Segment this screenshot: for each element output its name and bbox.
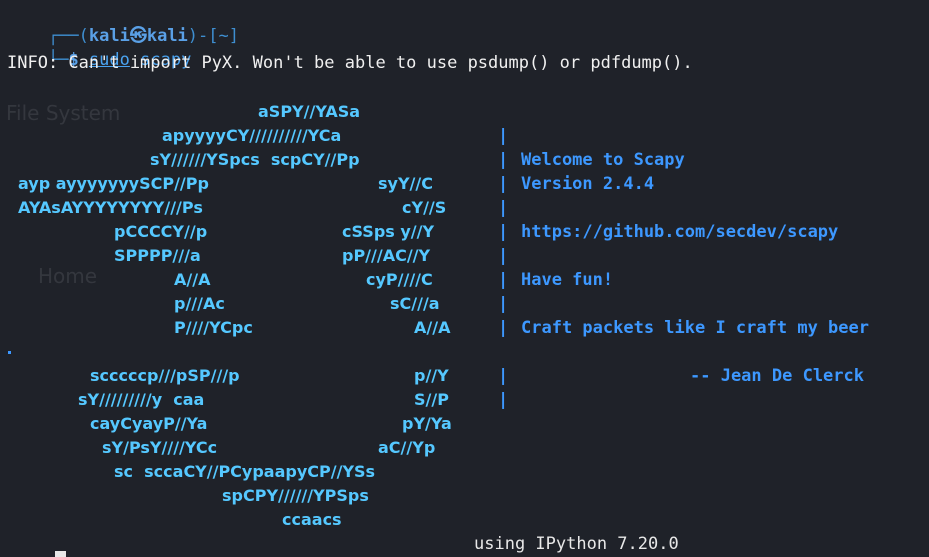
prompt-path: )-[~] xyxy=(187,26,239,46)
separator-bar: | xyxy=(498,318,509,338)
info-message: INFO: Can't import PyX. Won't be able to… xyxy=(7,53,693,73)
ascii-art-line: apyyyyCY//////////YCa xyxy=(162,126,342,145)
ascii-art-line: sC///a xyxy=(390,294,440,313)
ascii-art-line: pCCCCY//p xyxy=(114,222,208,241)
ascii-art-line: S//P xyxy=(414,390,449,409)
ascii-art-line: scccccp///pSP///p xyxy=(90,366,240,385)
ascii-art-line: aSPY//YASa xyxy=(258,102,361,121)
ascii-art-line: A//A xyxy=(174,270,211,289)
ascii-art-line: ayp ayyyyyyySCP//Pp xyxy=(18,174,209,193)
terminal-cursor xyxy=(55,551,66,557)
ascii-art-line: A//A xyxy=(414,318,451,337)
welcome-url: https://github.com/secdev/scapy xyxy=(521,222,839,242)
welcome-version: Version 2.4.4 xyxy=(521,174,655,194)
ascii-art-line: ccaacs xyxy=(282,510,342,529)
separator-bar: | xyxy=(498,150,509,170)
ascii-art-line: cayCyayP//Ya xyxy=(90,414,208,433)
ascii-art-line: cY//S xyxy=(402,198,447,217)
ascii-art-line: syY//C xyxy=(378,174,433,193)
ascii-art-line: cSSps y//Y xyxy=(342,222,435,241)
separator-bar: | xyxy=(498,366,509,386)
separator-bar: | xyxy=(498,270,509,290)
welcome-quote-author: -- Jean De Clerck xyxy=(690,366,864,386)
ascii-art-line: pP///AC//Y xyxy=(342,246,431,265)
ascii-art-line: SPPPP///a xyxy=(114,246,201,265)
welcome-fun: Have fun! xyxy=(521,270,614,290)
separator-bar: | xyxy=(498,246,509,266)
ascii-art-line: p//Y xyxy=(414,366,449,385)
ascii-art-line: sY//////YSpcs scpCY//Pp xyxy=(150,150,360,169)
separator-bar: | xyxy=(498,390,509,410)
desktop-label-home: Home xyxy=(38,264,98,288)
ascii-art-line: P////YCpc xyxy=(174,318,253,337)
wrap-dot-marker xyxy=(8,351,11,354)
terminal-window[interactable]: File System Home ┌──(kali㉿kali)-[~] └─$ … xyxy=(0,0,929,557)
welcome-title: Welcome to Scapy xyxy=(521,150,685,170)
separator-bar: | xyxy=(498,126,509,146)
desktop-label-filesystem: File System xyxy=(6,101,121,125)
ipython-version: using IPython 7.20.0 xyxy=(474,534,679,554)
ascii-art-line: aC//Yp xyxy=(378,438,436,457)
separator-bar: | xyxy=(498,222,509,242)
ascii-art-line: spCPY//////YPSps xyxy=(222,486,369,505)
ascii-art-line: sY/PsY////YCc xyxy=(102,438,218,457)
ascii-art-line: pY/Ya xyxy=(402,414,452,433)
ascii-art-line: p///Ac xyxy=(174,294,225,313)
welcome-quote: Craft packets like I craft my beer xyxy=(521,318,869,338)
ascii-art-line: sc sccaCY//PCypaapyCP//YSs xyxy=(114,462,376,481)
ascii-art-line: sY/////////y caa xyxy=(78,390,205,409)
ascii-art-line: cyP////C xyxy=(366,270,433,289)
separator-bar: | xyxy=(498,198,509,218)
ascii-art-line: AYAsAYYYYYYYY///Ps xyxy=(18,198,203,217)
separator-bar: | xyxy=(498,294,509,314)
separator-bar: | xyxy=(498,174,509,194)
